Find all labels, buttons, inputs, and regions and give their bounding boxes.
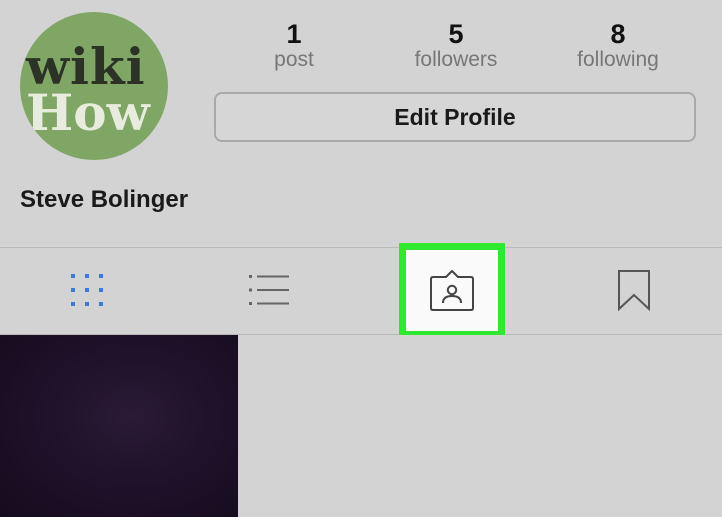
tagged-photos-icon [429,268,475,317]
tabs-top-divider [0,247,722,248]
avatar[interactable]: wiki How [20,12,168,160]
list-icon [249,273,289,312]
posts-stat[interactable]: 1 post [224,20,364,72]
tab-list[interactable] [221,250,317,334]
tab-tagged-photos[interactable] [404,250,500,334]
tab-saved[interactable] [586,250,682,334]
following-stat[interactable]: 8 following [548,20,688,72]
post-thumbnail[interactable] [0,335,238,517]
followers-label: followers [414,48,498,71]
followers-stat[interactable]: 5 followers [386,20,526,72]
following-count: 8 [610,19,626,49]
edit-profile-button[interactable]: Edit Profile [214,92,696,142]
bookmark-icon [617,269,651,316]
tab-grid[interactable] [39,250,135,334]
following-label: following [577,48,659,71]
posts-count: 1 [286,19,302,49]
profile-username: Steve Bolinger [20,186,189,213]
grid-icon [70,273,104,312]
followers-count: 5 [448,19,464,49]
avatar-logo-text-bottom: How [26,83,150,142]
posts-label: post [274,48,314,71]
empty-grid-area [240,335,722,517]
